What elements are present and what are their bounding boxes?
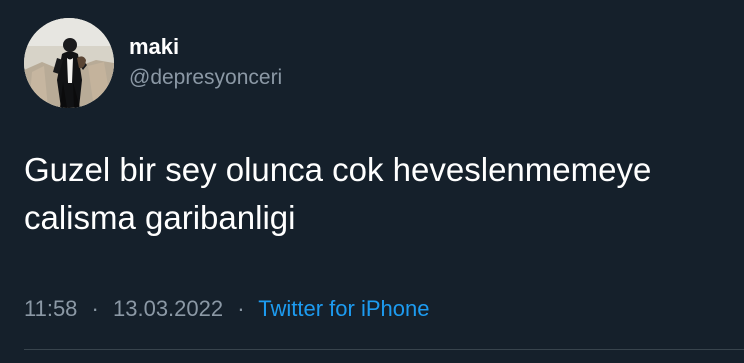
tweet-time[interactable]: 11:58 bbox=[24, 296, 77, 321]
tweet-meta: 11:58 · 13.03.2022 · Twitter for iPhone bbox=[24, 294, 429, 324]
avatar-photo bbox=[24, 18, 114, 108]
meta-separator: · bbox=[237, 296, 245, 321]
display-name[interactable]: maki bbox=[129, 34, 179, 60]
tweet-source-link[interactable]: Twitter for iPhone bbox=[258, 296, 429, 321]
tweet-date[interactable]: 13.03.2022 bbox=[113, 296, 223, 321]
tweet-card: maki @depresyonceri ⋮ Guzel bir sey olun… bbox=[0, 0, 744, 363]
divider bbox=[24, 349, 744, 350]
more-options-icon[interactable]: ⋮ bbox=[738, 39, 744, 57]
avatar[interactable] bbox=[24, 18, 114, 108]
meta-separator: · bbox=[91, 296, 99, 321]
tweet-text: Guzel bir sey olunca cok heveslenmemeye … bbox=[24, 151, 652, 236]
username[interactable]: @depresyonceri bbox=[129, 64, 282, 92]
